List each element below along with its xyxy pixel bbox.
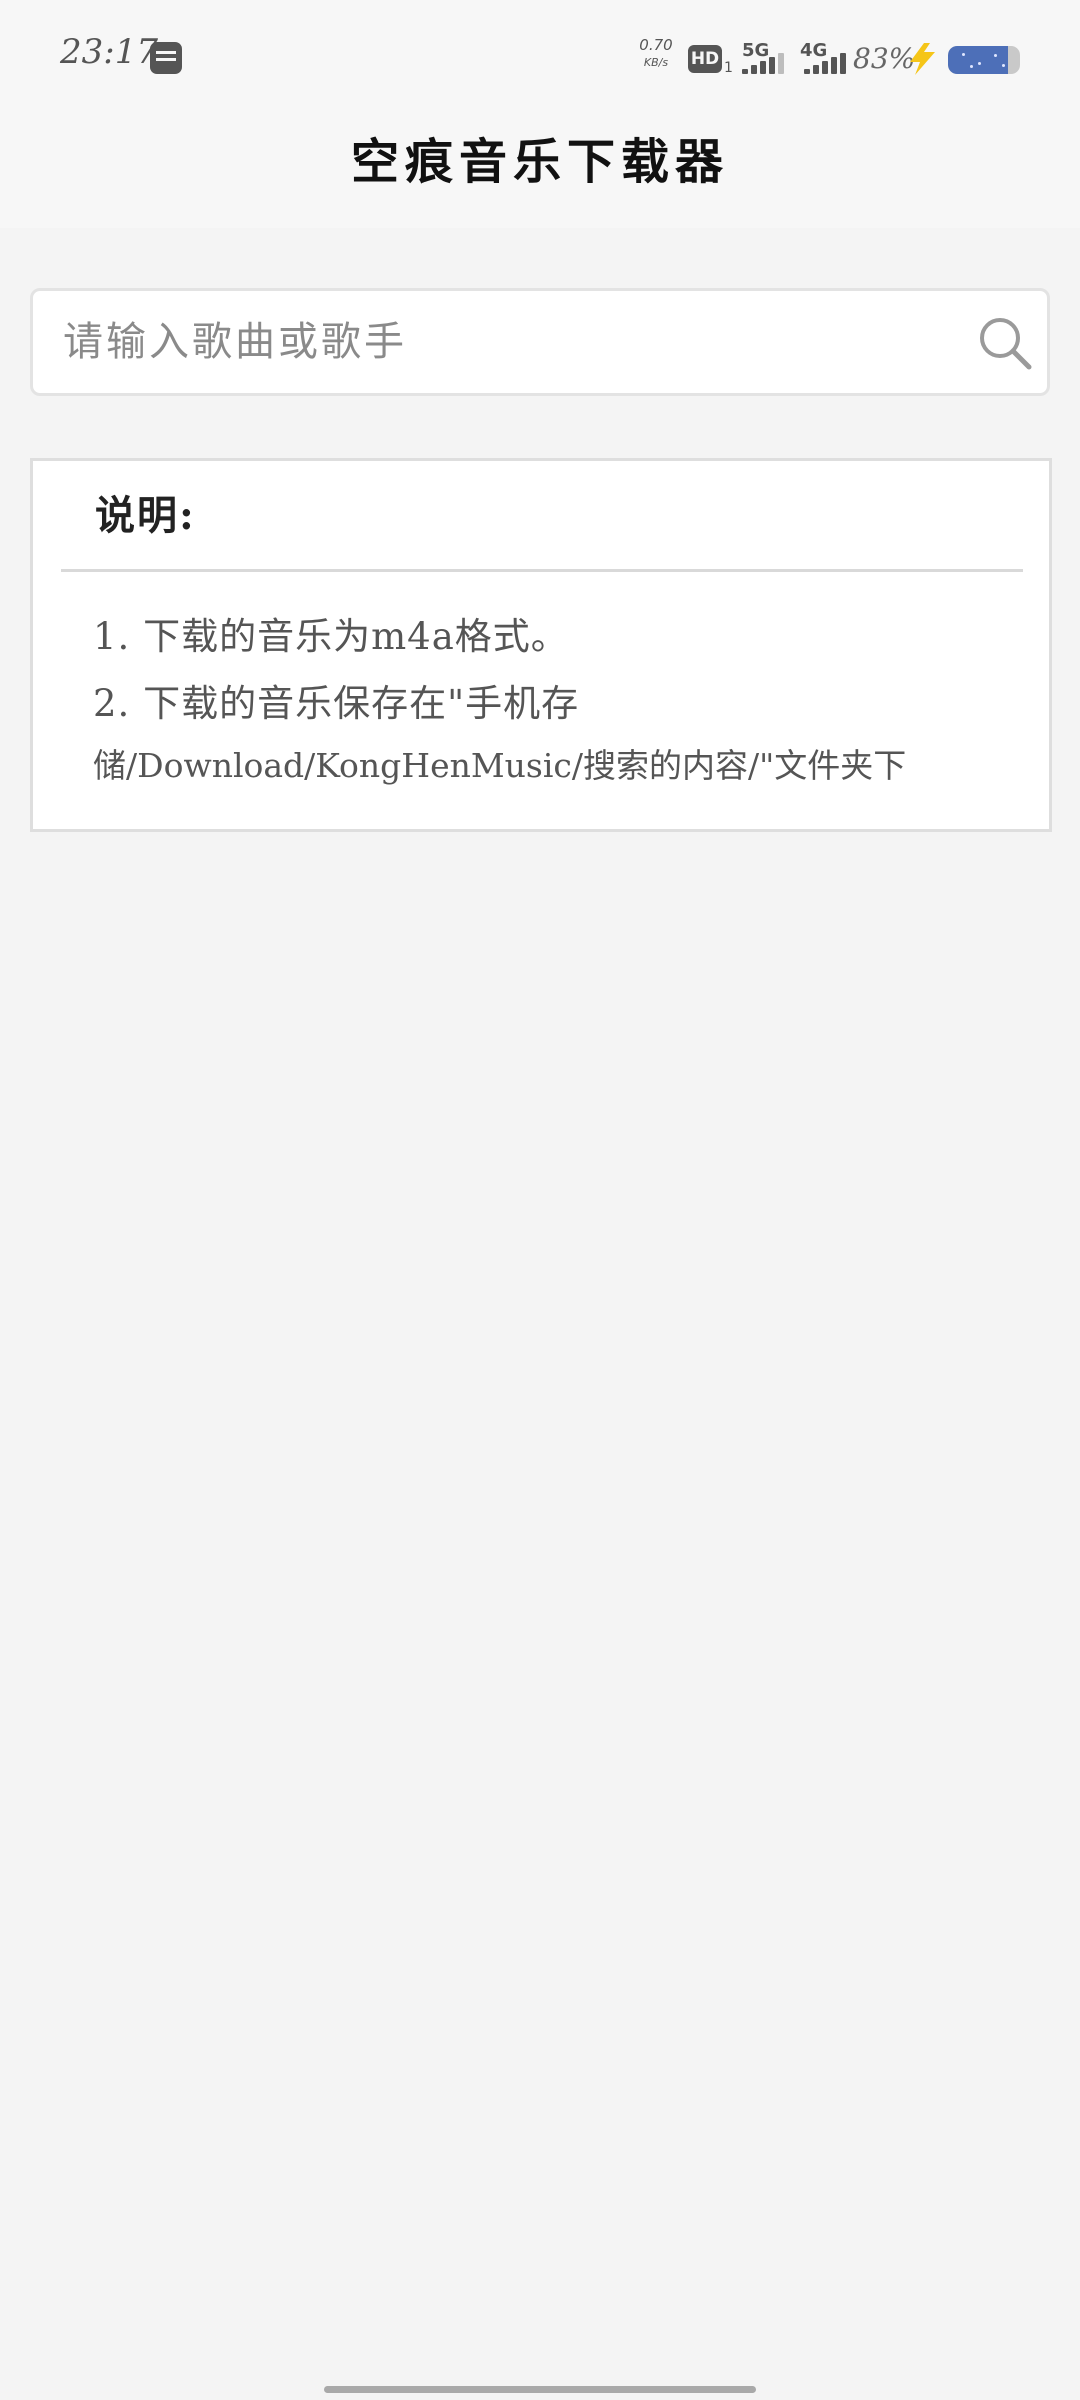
screen: 23:17 0.70 KB/s HD 1 5G 4G 83% 空痕音乐下载器 请… bbox=[0, 0, 1080, 2400]
signal-5g-icon bbox=[742, 50, 790, 74]
app-title: 空痕音乐下载器 bbox=[350, 134, 729, 190]
network-speed-value: 0.70 bbox=[639, 36, 673, 54]
search-icon[interactable] bbox=[977, 315, 1033, 371]
instructions-card: 说明: 1. 下载的音乐为m4a格式。 2. 下载的音乐保存在"手机存 储/Do… bbox=[30, 458, 1052, 832]
search-box[interactable] bbox=[30, 288, 1050, 396]
home-indicator[interactable] bbox=[324, 2386, 756, 2393]
battery-fill bbox=[948, 46, 1008, 74]
instruction-line-2: 2. 下载的音乐保存在"手机存 bbox=[93, 682, 580, 725]
instructions-title: 说明: bbox=[95, 492, 196, 539]
hd-sub-label: 1 bbox=[724, 60, 733, 76]
signal-4g-icon bbox=[804, 50, 852, 74]
notification-icon bbox=[150, 42, 182, 74]
instruction-line-1: 1. 下载的音乐为m4a格式。 bbox=[93, 615, 569, 658]
battery-icon bbox=[948, 46, 1020, 74]
instructions-divider bbox=[61, 569, 1023, 572]
instruction-line-3: 储/Download/KongHenMusic/搜索的内容/"文件夹下 bbox=[93, 746, 907, 785]
network-speed: 0.70 KB/s bbox=[638, 36, 674, 69]
app-bar: 空痕音乐下载器 bbox=[0, 112, 1080, 228]
charging-bolt-icon bbox=[910, 43, 935, 75]
search-input[interactable] bbox=[63, 291, 963, 393]
hd-icon: HD bbox=[688, 45, 722, 73]
network-speed-unit: KB/s bbox=[643, 56, 669, 69]
status-bar: 23:17 0.70 KB/s HD 1 5G 4G 83% bbox=[0, 0, 1080, 112]
status-time: 23:17 bbox=[60, 32, 158, 72]
